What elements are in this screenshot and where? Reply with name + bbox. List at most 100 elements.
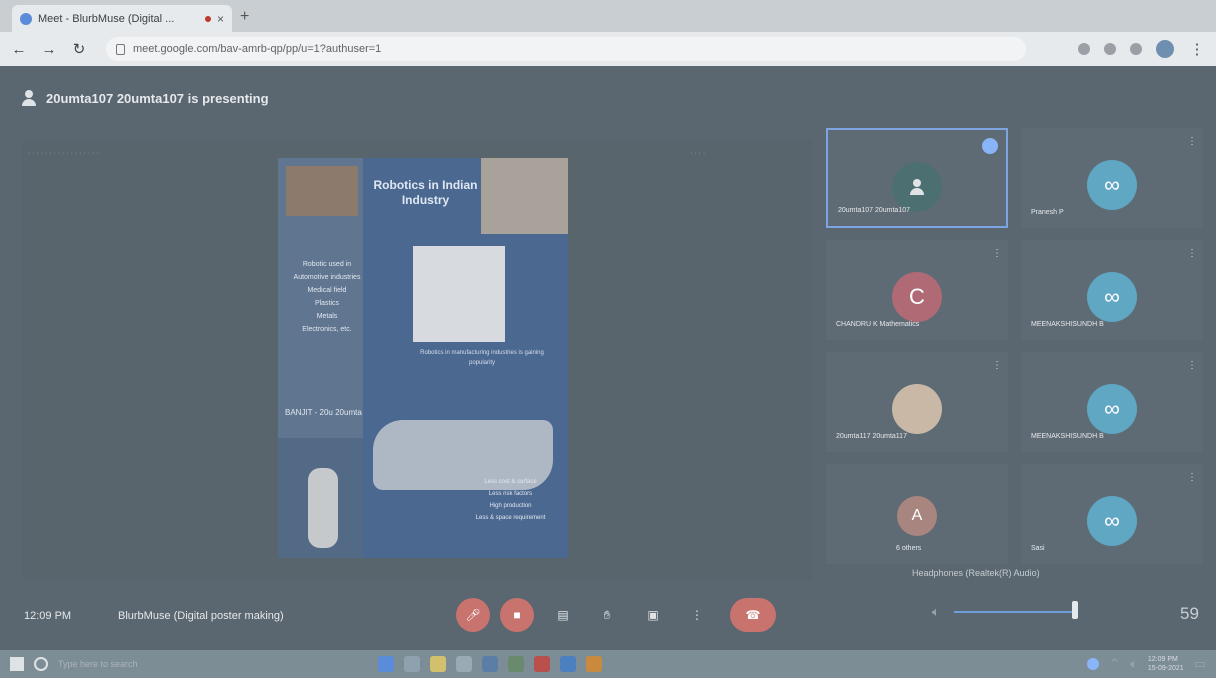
poster-list-item: Robotic used in: [302, 261, 352, 268]
system-tray: ⌃ 🔈︎ 12:09 PM 15-09-2021 ▭: [1087, 655, 1206, 673]
poster-title: Robotics in Indian Industry: [373, 178, 478, 207]
avatar: [892, 384, 942, 434]
participant-tile[interactable]: ⋮ 20umta117 20umta117: [826, 352, 1008, 452]
poster-top-left-image: [286, 166, 358, 216]
poster-list: Robotic used in Automotive industries Me…: [283, 258, 371, 336]
participant-grid: 20umta107 20umta107 ∞ ⋮ Pranesh P C ⋮ CH…: [826, 128, 1211, 568]
volume-value: 59: [1180, 604, 1199, 623]
poster-list-item: Medical field: [307, 287, 347, 294]
os-taskbar: Type here to search ⌃ 🔈︎ 12:09 PM 15-09-…: [0, 650, 1216, 678]
word-icon[interactable]: [482, 656, 498, 672]
participant-name: 20umta107 20umta107: [838, 207, 910, 214]
bookmark-star-icon[interactable]: [1104, 43, 1116, 55]
volume-slider[interactable]: [953, 601, 1078, 619]
browser-tab[interactable]: Meet - BlurbMuse (Digital ... ×: [12, 5, 232, 32]
more-options-icon[interactable]: ⋮: [1187, 248, 1197, 259]
file-explorer-icon[interactable]: [430, 656, 446, 672]
browser-menu-icon[interactable]: ⋮: [1188, 40, 1206, 58]
system-clock[interactable]: 12:09 PM 15-09-2021: [1148, 655, 1184, 673]
store-icon[interactable]: [404, 656, 420, 672]
participant-tile[interactable]: ∞ ⋮ MEENAKSHISUNDH B: [1021, 240, 1203, 340]
poster-bottom-item: High production: [489, 503, 532, 509]
meeting-name: BlurbMuse (Digital poster making): [118, 610, 284, 622]
screen: Meet - BlurbMuse (Digital ... × + ← → ↻ …: [0, 0, 1216, 678]
recording-dot-icon: [204, 15, 211, 22]
meet-stage: 20umta107 20umta107 is presenting · · · …: [0, 66, 1216, 650]
avatar: ∞: [1087, 272, 1137, 322]
powerpoint-icon[interactable]: [534, 656, 550, 672]
more-options-icon[interactable]: ⋮: [992, 248, 1002, 259]
volume-control[interactable]: 🔈︎: [932, 601, 1078, 620]
browser-toolbar: ← → ↻ meet.google.com/bav-amrb-qp/pp/u=1…: [0, 32, 1216, 66]
more-options-button[interactable]: ⋮: [680, 598, 714, 632]
network-icon[interactable]: ⌃: [1109, 656, 1120, 672]
meeting-time: 12:09 PM: [24, 610, 72, 622]
reload-icon[interactable]: ↻: [70, 40, 88, 58]
shared-window-caption-right: · · · ·: [690, 150, 706, 157]
speaker-icon: 🔈︎: [932, 604, 940, 619]
avatar: A: [897, 496, 937, 536]
windows-start-icon[interactable]: [10, 657, 24, 671]
audio-device-caption: Headphones (Realtek(R) Audio): [912, 568, 1040, 578]
poster-list-item: Metals: [316, 313, 338, 320]
profile-avatar[interactable]: [1156, 40, 1174, 58]
participant-tile[interactable]: 20umta107 20umta107: [826, 128, 1008, 228]
chrome-icon[interactable]: [586, 656, 602, 672]
leave-call-button[interactable]: ☎︎: [730, 598, 776, 632]
clock-date: 15-09-2021: [1147, 665, 1184, 672]
participant-tile[interactable]: ∞ ⋮ Pranesh P: [1021, 128, 1203, 228]
volume-slider-thumb[interactable]: [1071, 601, 1078, 619]
more-options-icon[interactable]: ⋮: [1187, 136, 1197, 147]
presenting-badge-icon: [982, 138, 998, 154]
participant-name: MEENAKSHISUNDH B: [1031, 433, 1104, 440]
poster-robot-photo: [413, 246, 505, 342]
poster-handwriting: BANJIT - 20u 20umta: [285, 408, 362, 417]
avatar: [892, 162, 942, 212]
participant-name: Sasi: [1031, 545, 1045, 552]
participant-name: 6 others: [896, 545, 922, 552]
avatar: C: [892, 272, 942, 322]
extensions-icon[interactable]: [1130, 43, 1142, 55]
outlook-icon[interactable]: [560, 656, 576, 672]
poster-bottom-list: Less cost & surface Less risk factors Hi…: [458, 476, 563, 524]
participant-name: MEENAKSHISUNDH B: [1031, 321, 1104, 328]
tray-volume-icon[interactable]: 🔈︎: [1130, 656, 1138, 672]
poster-list-item: Electronics, etc.: [302, 326, 352, 333]
more-options-icon[interactable]: ⋮: [992, 360, 1002, 371]
avatar: ∞: [1087, 496, 1137, 546]
more-options-icon[interactable]: ⋮: [1187, 360, 1197, 371]
tab-close-button[interactable]: ×: [217, 12, 224, 26]
participant-tile[interactable]: C ⋮ CHANDRU K Mathematics: [826, 240, 1008, 340]
present-button[interactable]: ▣: [636, 598, 670, 632]
meeting-controls: 12:09 PM BlurbMuse (Digital poster makin…: [0, 590, 1216, 650]
participant-name: CHANDRU K Mathematics: [836, 321, 920, 328]
participant-tile[interactable]: ∞ ⋮ MEENAKSHISUNDH B: [1021, 352, 1203, 452]
captions-button[interactable]: ▤: [546, 598, 580, 632]
digital-poster: Robotics in Indian Industry Robotic used…: [278, 158, 568, 558]
url-text: meet.google.com/bav-amrb-qp/pp/u=1?authu…: [133, 43, 382, 55]
poster-main-panel: Robotics in Indian Industry Robotic used…: [285, 158, 568, 558]
new-tab-button[interactable]: +: [240, 8, 249, 26]
participant-tile[interactable]: A 6 others: [826, 464, 1008, 564]
back-icon[interactable]: ←: [10, 41, 28, 58]
participant-name: 20umta117 20umta117: [836, 433, 907, 440]
toolbar-actions: ⋮: [1078, 40, 1206, 58]
excel-icon[interactable]: [508, 656, 524, 672]
notifications-icon[interactable]: ▭: [1194, 656, 1206, 672]
mail-icon[interactable]: [456, 656, 472, 672]
cortana-search-icon[interactable]: [34, 657, 48, 671]
camera-indicator-icon[interactable]: [1078, 43, 1090, 55]
person-icon: [910, 179, 924, 195]
forward-icon[interactable]: →: [40, 41, 58, 58]
taskbar-search-field[interactable]: Type here to search: [58, 659, 178, 669]
edge-icon[interactable]: [378, 656, 394, 672]
more-options-icon[interactable]: ⋮: [1187, 472, 1197, 483]
raise-hand-button[interactable]: ✋︎: [590, 598, 624, 632]
address-bar[interactable]: meet.google.com/bav-amrb-qp/pp/u=1?authu…: [106, 37, 1026, 61]
participant-tile[interactable]: ∞ ⋮ Sasi: [1021, 464, 1203, 564]
camera-button[interactable]: ■: [500, 598, 534, 632]
avatar: ∞: [1087, 160, 1137, 210]
clock-time: 12:09 PM: [1147, 656, 1178, 663]
tray-app-icon[interactable]: [1087, 658, 1100, 670]
mic-button[interactable]: 🎤︎: [456, 598, 490, 632]
